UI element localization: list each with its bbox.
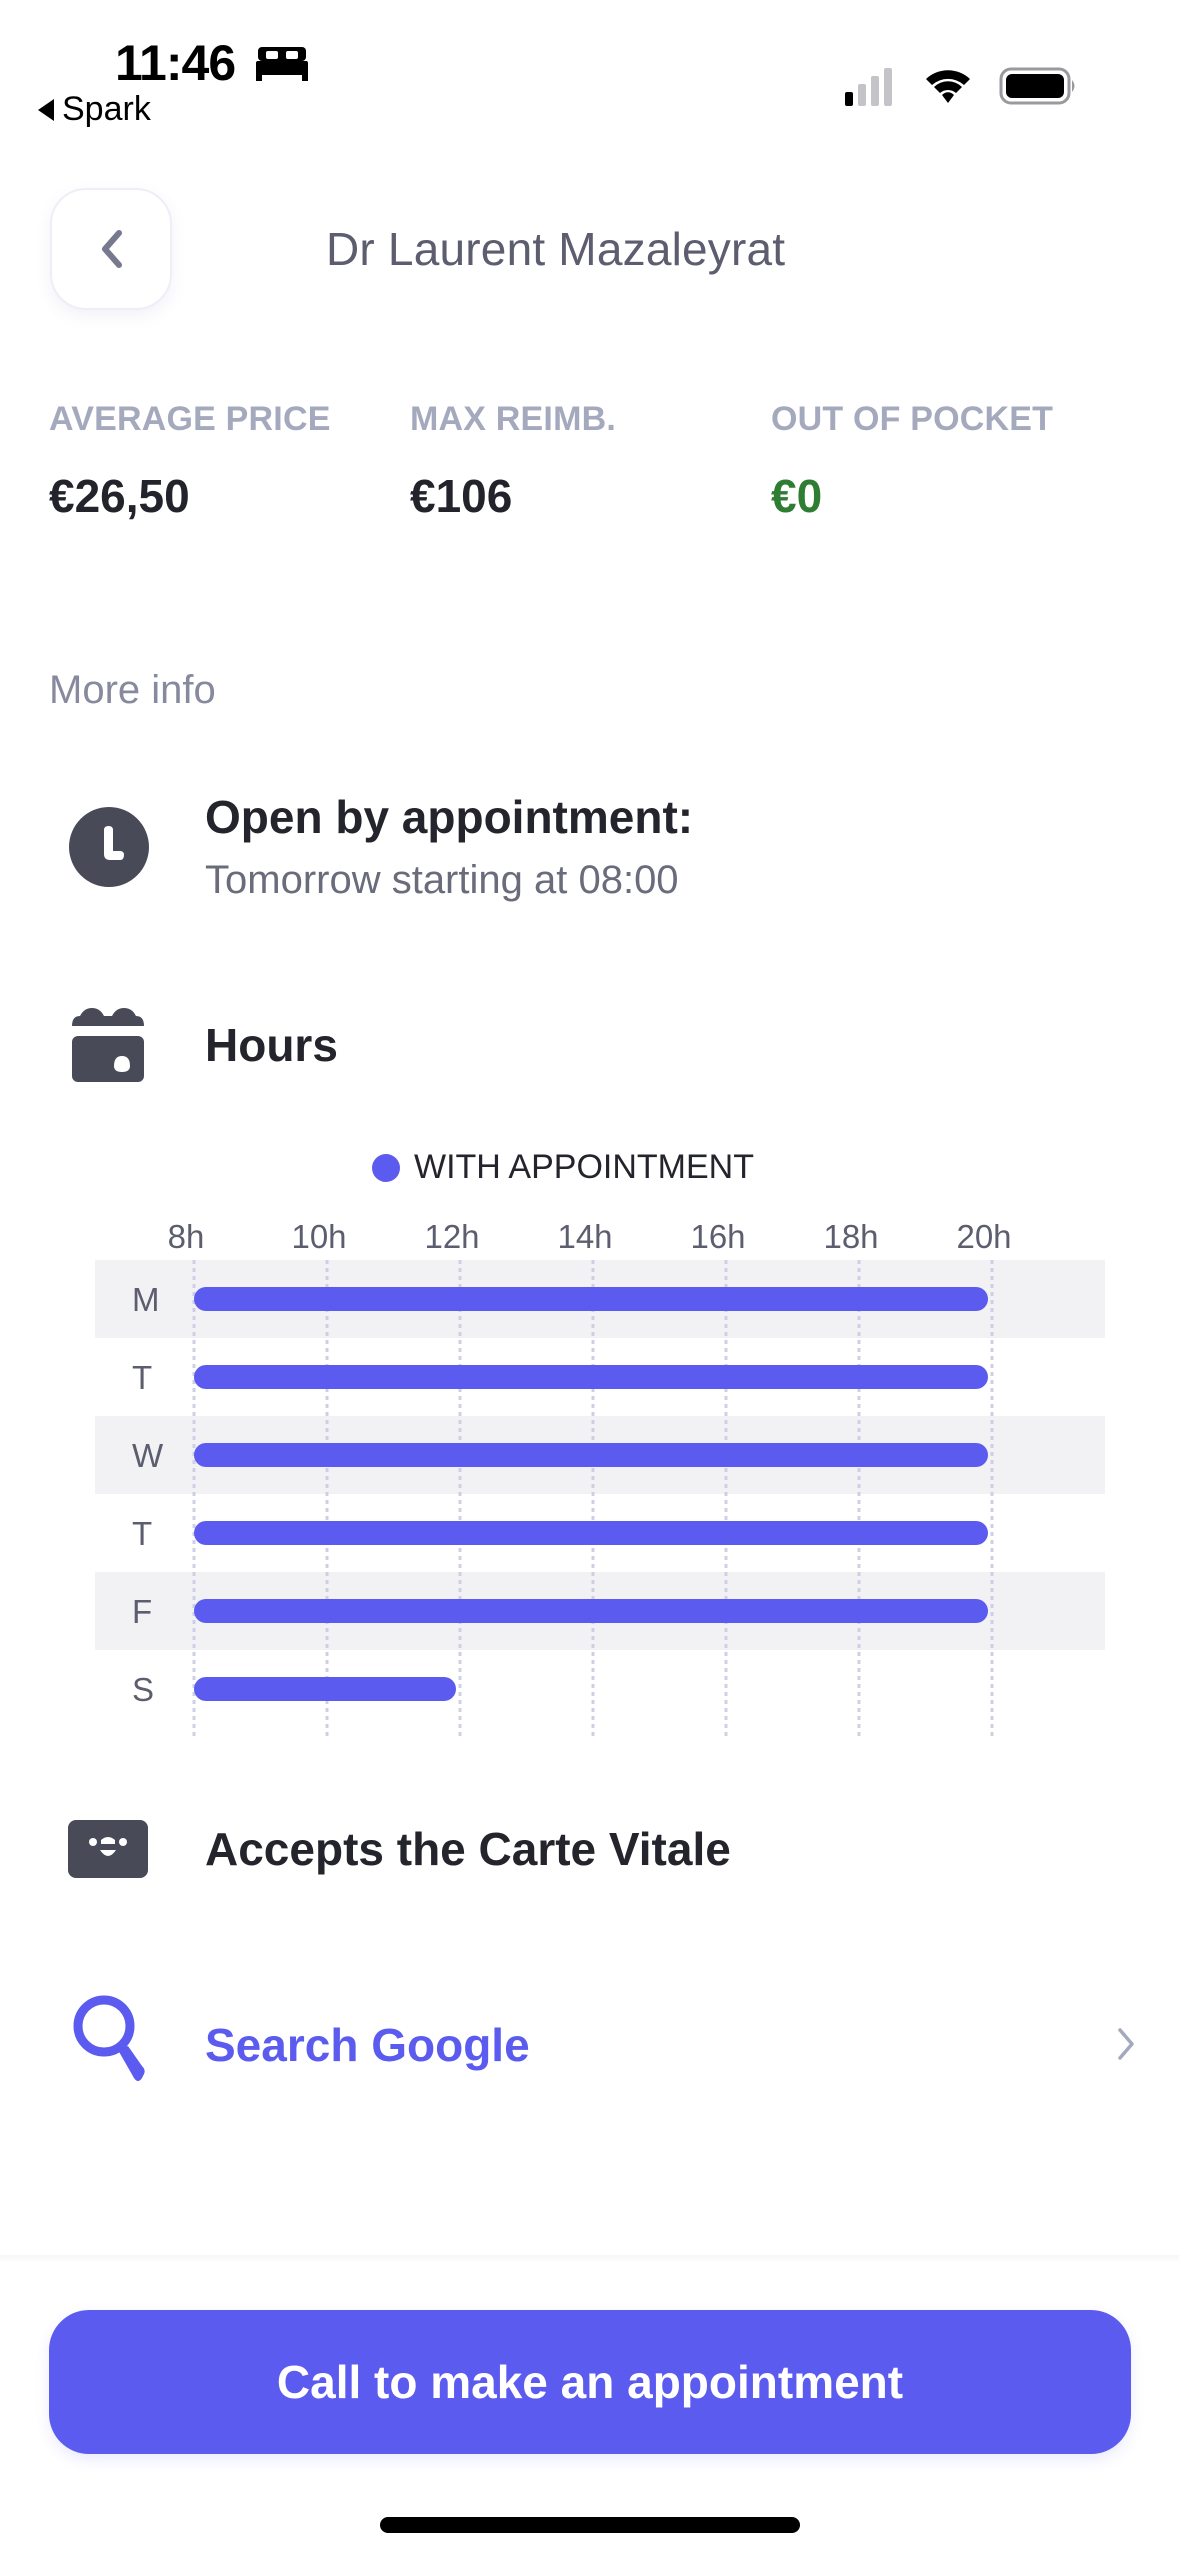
- day-label: M: [132, 1281, 160, 1318]
- stat-label: AVERAGE PRICE: [49, 400, 331, 438]
- day-label: T: [132, 1359, 152, 1396]
- carte-vitale-icon: [68, 1820, 148, 1878]
- hours-chart: 8h 10h 12h 14h 16h 18h 20h M T W T F S: [95, 1218, 1105, 1740]
- day-label: F: [132, 1593, 152, 1630]
- cellular-signal-icon: [845, 68, 892, 106]
- day-label: S: [132, 1671, 154, 1708]
- stat-value: €26,50: [49, 470, 190, 522]
- more-info-heading: More info: [49, 668, 216, 712]
- page-title: Dr Laurent Mazaleyrat: [326, 223, 786, 275]
- back-button[interactable]: [50, 188, 172, 310]
- x-tick-label: 12h: [424, 1218, 479, 1255]
- day-label: W: [132, 1437, 164, 1474]
- home-indicator[interactable]: [380, 2517, 800, 2533]
- x-tick-label: 20h: [956, 1218, 1011, 1255]
- stat-value: €106: [410, 470, 513, 522]
- stat-label: OUT OF POCKET: [771, 400, 1054, 438]
- hours-bar: [194, 1443, 988, 1467]
- hours-bar: [194, 1521, 988, 1545]
- chart-legend: WITH APPOINTMENT: [372, 1148, 754, 1187]
- status-time: 11:46: [115, 35, 236, 91]
- x-tick-label: 14h: [557, 1218, 612, 1255]
- call-appointment-button[interactable]: Call to make an appointment: [49, 2310, 1131, 2454]
- bottom-divider: [0, 2255, 1179, 2263]
- hours-bar: [194, 1599, 988, 1623]
- day-label: T: [132, 1515, 152, 1552]
- back-to-app-button[interactable]: Spark: [38, 90, 151, 129]
- hours-bar: [194, 1287, 988, 1311]
- appointment-subtitle: Tomorrow starting at 08:00: [205, 858, 679, 902]
- bed-icon: [256, 47, 308, 81]
- clock-icon: [69, 807, 149, 887]
- hours-bar: [194, 1677, 456, 1701]
- back-triangle-icon: [38, 98, 54, 121]
- stat-average-price: AVERAGE PRICE €26,50: [49, 400, 331, 523]
- wifi-icon: [926, 70, 970, 103]
- stat-out-of-pocket: OUT OF POCKET €0: [771, 400, 1053, 523]
- x-tick-label: 10h: [291, 1218, 346, 1255]
- stat-value: €0: [771, 470, 823, 522]
- appointment-title: Open by appointment:: [205, 791, 694, 843]
- search-google-label: Search Google: [205, 2019, 530, 2071]
- legend-dot: [372, 1153, 400, 1182]
- x-tick-label: 18h: [823, 1218, 878, 1255]
- search-google-row[interactable]: Search Google: [60, 1990, 1140, 2100]
- calendar-icon: [72, 1008, 144, 1082]
- hours-title: Hours: [205, 1019, 338, 1071]
- x-tick-label: 16h: [690, 1218, 745, 1255]
- carte-vitale-title: Accepts the Carte Vitale: [205, 1823, 731, 1875]
- hours-bar: [194, 1365, 988, 1389]
- x-tick-label: 8h: [168, 1218, 205, 1255]
- back-app-label: Spark: [62, 90, 151, 128]
- chevron-right-icon: [1118, 2028, 1134, 2060]
- legend-label: WITH APPOINTMENT: [414, 1148, 754, 1186]
- stat-label: MAX REIMB.: [410, 400, 616, 438]
- stat-max-reimbursement: MAX REIMB. €106: [410, 400, 616, 523]
- search-icon: [73, 1995, 145, 2081]
- battery-icon: [999, 67, 1075, 105]
- chevron-left-icon: [102, 230, 122, 268]
